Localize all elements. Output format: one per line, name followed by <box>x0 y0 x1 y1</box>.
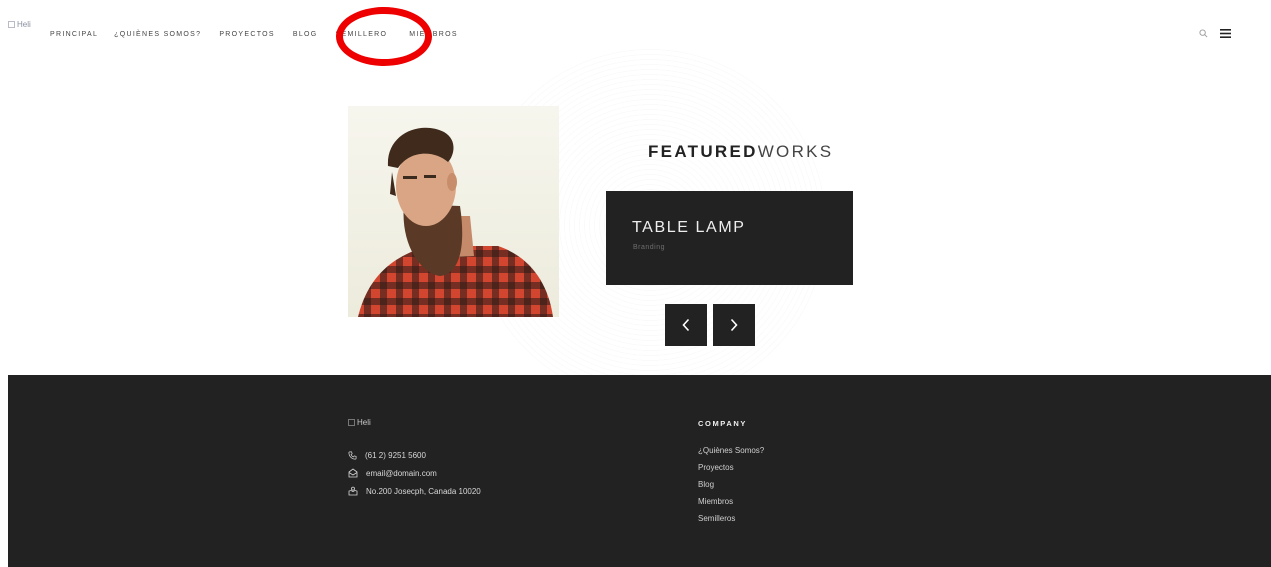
broken-image-icon <box>8 21 15 28</box>
email-icon <box>348 468 358 478</box>
broken-image-icon <box>348 419 355 426</box>
card-category: Branding <box>633 244 666 251</box>
search-icon[interactable] <box>1199 29 1208 38</box>
menu-icon[interactable] <box>1220 29 1231 38</box>
footer-logo-alt-text: Heli <box>357 418 371 427</box>
site-footer: Heli (61 2) 9251 5600 email@domain.com N… <box>8 375 1271 567</box>
company-heading: COMPANY <box>698 419 747 428</box>
company-links: COMPANY ¿Quiènes Somos? Proyectos Blog M… <box>698 419 764 527</box>
nav-item-blog[interactable]: BLOG <box>293 31 318 38</box>
site-logo[interactable]: Heli <box>8 20 31 29</box>
logo-alt-text: Heli <box>17 20 31 29</box>
nav-item-proyectos[interactable]: PROYECTOS <box>219 31 275 38</box>
featured-works-heading: FEATUREDWORKS <box>648 142 833 162</box>
chevron-right-icon <box>730 318 738 332</box>
previous-slide-button[interactable] <box>665 304 707 346</box>
header-tools <box>1199 29 1231 38</box>
card-title: TABLE LAMP <box>632 219 746 236</box>
address-text: No.200 Josecph, Canada 10020 <box>366 486 481 496</box>
contact-address: No.200 Josecph, Canada 10020 <box>348 482 481 500</box>
footer-link-miembros[interactable]: Miembros <box>698 493 764 510</box>
featured-work-card[interactable]: TABLE LAMP Branding <box>606 191 853 285</box>
nav-item-quienes-somos[interactable]: ¿QUIÈNES SOMOS? <box>114 31 201 38</box>
chevron-left-icon <box>682 318 690 332</box>
phone-icon <box>348 451 357 459</box>
contact-phone: (61 2) 9251 5600 <box>348 446 481 464</box>
heading-light: WORKS <box>757 142 834 161</box>
next-slide-button[interactable] <box>713 304 755 346</box>
contact-email: email@domain.com <box>348 464 481 482</box>
footer-logo[interactable]: Heli <box>348 418 371 427</box>
heading-bold: FEATURED <box>648 142 758 161</box>
footer-link-quienes-somos[interactable]: ¿Quiènes Somos? <box>698 442 764 459</box>
highlight-circle-annotation <box>336 7 432 66</box>
footer-link-proyectos[interactable]: Proyectos <box>698 459 764 476</box>
phone-text[interactable]: (61 2) 9251 5600 <box>365 451 426 460</box>
featured-portrait-image <box>348 106 559 317</box>
contact-info: (61 2) 9251 5600 email@domain.com No.200… <box>348 446 481 500</box>
footer-link-semilleros[interactable]: Semilleros <box>698 510 764 527</box>
nav-item-principal[interactable]: PRINCIPAL <box>50 31 98 38</box>
footer-link-blog[interactable]: Blog <box>698 476 764 493</box>
map-location-icon <box>348 486 358 496</box>
email-text[interactable]: email@domain.com <box>366 469 437 478</box>
